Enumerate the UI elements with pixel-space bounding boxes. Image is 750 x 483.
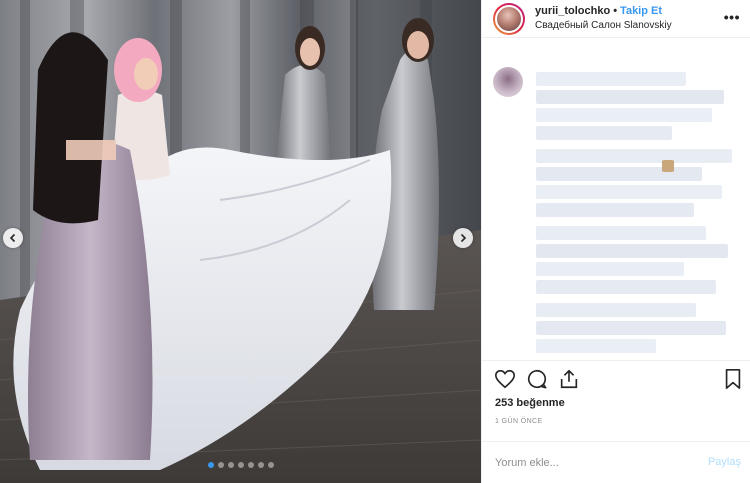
wedding-dress-photo xyxy=(0,0,481,483)
avatar-image xyxy=(495,4,523,33)
post-comment-button[interactable]: Paylaş xyxy=(708,456,741,468)
carousel-indicator xyxy=(0,462,481,468)
blurred-caption-line xyxy=(536,321,726,335)
more-options-icon[interactable]: ••• xyxy=(724,10,740,24)
carousel-dot xyxy=(237,462,244,468)
blurred-caption-line xyxy=(536,167,702,181)
follow-button[interactable]: Takip Et xyxy=(620,5,662,18)
next-photo-button[interactable] xyxy=(453,228,473,248)
comment-form: Paylaş xyxy=(482,441,750,483)
blurred-caption-line xyxy=(536,72,686,86)
blurred-caption-line xyxy=(536,203,694,217)
carousel-dot xyxy=(227,462,234,468)
avatar[interactable] xyxy=(493,2,525,35)
post-details-panel: yurii_tolochko • Takip Et Свадебный Сало… xyxy=(481,0,750,483)
post-timestamp: 1 GÜN ÖNCE xyxy=(495,418,543,425)
blurred-caption-line xyxy=(536,185,722,199)
blurred-caption-line xyxy=(536,303,696,317)
blurred-caption-line xyxy=(536,226,706,240)
post-actions xyxy=(494,368,742,392)
blurred-caption-line xyxy=(536,126,672,140)
divider xyxy=(482,360,750,361)
chevron-left-icon xyxy=(9,233,16,243)
bookmark-icon[interactable] xyxy=(722,368,744,395)
share-icon[interactable] xyxy=(558,368,580,395)
previous-photo-button[interactable] xyxy=(3,228,23,248)
location-link[interactable]: Свадебный Салон Slanovskiy xyxy=(535,20,672,32)
heart-icon[interactable] xyxy=(494,368,516,395)
carousel-dot xyxy=(267,462,274,468)
blurred-caption-line xyxy=(536,108,712,122)
comment-icon[interactable] xyxy=(526,368,548,395)
blurred-caption-line xyxy=(536,149,732,163)
post-header: yurii_tolochko • Takip Et Свадебный Сало… xyxy=(482,0,750,38)
carousel-dot xyxy=(217,462,224,468)
chevron-right-icon xyxy=(460,233,467,243)
post-photo[interactable] xyxy=(0,0,481,483)
caption-area xyxy=(482,39,750,359)
carousel-dot xyxy=(247,462,254,468)
likes-count[interactable]: 253 beğenme xyxy=(495,397,565,409)
blurred-caption-line xyxy=(536,339,656,353)
username-link[interactable]: yurii_tolochko xyxy=(535,5,610,18)
comment-input[interactable] xyxy=(495,454,695,472)
blurred-caption-line xyxy=(536,280,716,294)
carousel-dot xyxy=(207,462,214,468)
blurred-caption-line xyxy=(662,160,674,172)
blurred-caption-line xyxy=(536,90,724,104)
blurred-caption-line xyxy=(536,244,728,258)
carousel-dot xyxy=(257,462,264,468)
separator-dot: • xyxy=(613,5,618,18)
commenter-avatar[interactable] xyxy=(493,67,523,97)
blurred-caption-line xyxy=(536,262,684,276)
